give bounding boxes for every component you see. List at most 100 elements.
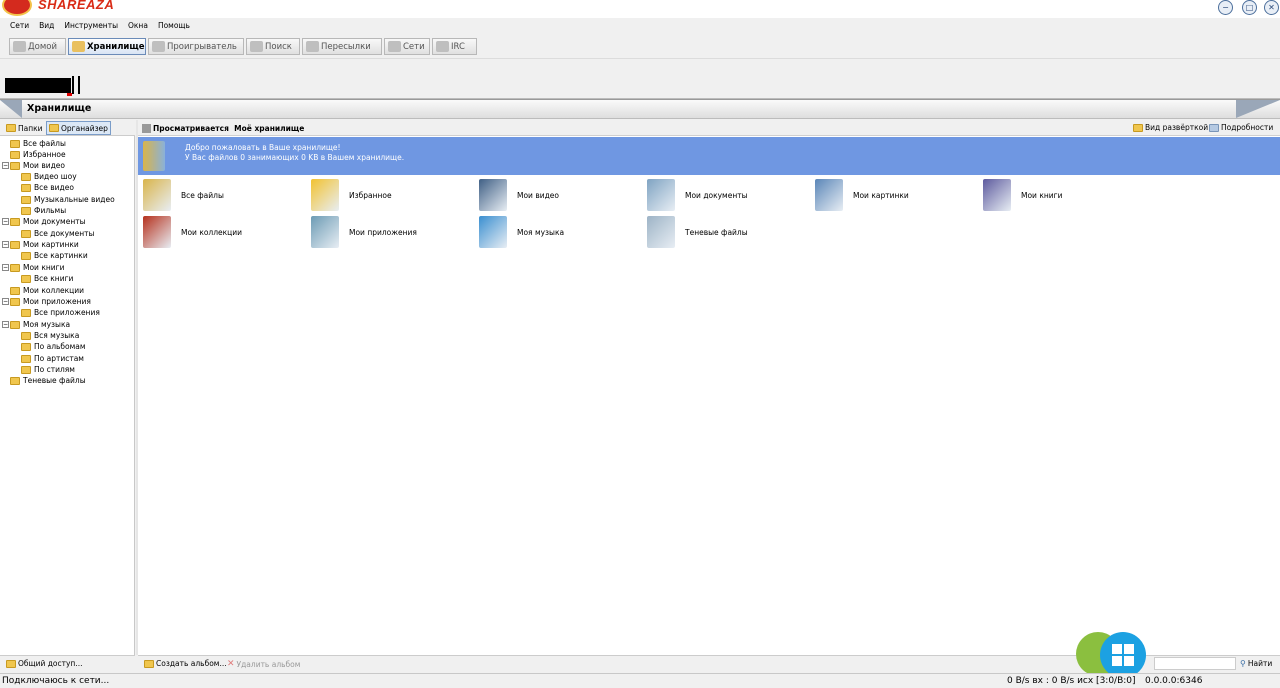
collapse-icon[interactable]: − bbox=[2, 162, 9, 169]
menu-networks[interactable]: Сети bbox=[5, 18, 34, 34]
details-button[interactable]: Подробности bbox=[1209, 123, 1273, 132]
tree-item[interactable]: Фильмы bbox=[21, 205, 66, 216]
tree-item[interactable]: Мои коллекции bbox=[10, 285, 84, 296]
red-marker bbox=[67, 93, 72, 96]
tree-item[interactable]: Все документы bbox=[21, 228, 94, 239]
library-item-my-documents[interactable]: Мои документы bbox=[647, 179, 748, 211]
main-header bbox=[138, 120, 1280, 136]
documents-icon bbox=[647, 179, 675, 211]
library-item-my-music[interactable]: Моя музыка bbox=[479, 216, 564, 248]
tree-item[interactable]: Все картинки bbox=[21, 250, 88, 261]
menu-view[interactable]: Вид bbox=[34, 18, 59, 34]
tree-item[interactable]: Избранное bbox=[10, 149, 66, 160]
tree-item[interactable]: По стилям bbox=[21, 364, 75, 375]
irc-button[interactable]: IRC bbox=[432, 38, 477, 55]
tree-item[interactable]: Все видео bbox=[21, 182, 74, 193]
folder-icon bbox=[21, 331, 31, 340]
library-item-my-books[interactable]: Мои книги bbox=[983, 179, 1062, 211]
menu-tools[interactable]: Инструменты bbox=[59, 18, 123, 34]
folder-icon bbox=[21, 274, 31, 283]
collapse-icon[interactable]: − bbox=[2, 218, 9, 225]
expanded-view-button[interactable]: Вид развёрткой bbox=[1133, 123, 1208, 132]
tree-item[interactable]: Все приложения bbox=[21, 307, 100, 318]
search-button[interactable]: Поиск bbox=[246, 38, 300, 55]
folder-icon bbox=[10, 320, 20, 329]
tree-item[interactable]: − Мои документы bbox=[2, 216, 86, 227]
collapse-icon[interactable]: − bbox=[2, 241, 9, 248]
tree-item[interactable]: − Мои приложения bbox=[2, 296, 91, 307]
welcome-subtitle: У Вас файлов 0 занимающих 0 KB в Вашем х… bbox=[185, 153, 405, 162]
close-button[interactable]: ✕ bbox=[1264, 0, 1279, 15]
folder-icon bbox=[21, 229, 31, 238]
home-icon bbox=[13, 41, 26, 52]
folder-icon bbox=[10, 240, 20, 249]
maximize-button[interactable]: □ bbox=[1242, 0, 1257, 15]
music-icon bbox=[479, 216, 507, 248]
home-button[interactable]: Домой bbox=[9, 38, 66, 55]
folder-icon bbox=[21, 365, 31, 374]
menu-windows[interactable]: Окна bbox=[123, 18, 153, 34]
tree-item[interactable]: Видео шоу bbox=[21, 171, 77, 182]
share-button[interactable]: Общий доступ... bbox=[6, 659, 83, 668]
library-item-favorites[interactable]: Избранное bbox=[311, 179, 392, 211]
tree-item[interactable]: Все книги bbox=[21, 273, 73, 284]
tree-item[interactable]: Вся музыка bbox=[21, 330, 79, 341]
tree-item[interactable]: Теневые файлы bbox=[10, 375, 86, 386]
collapse-icon[interactable]: − bbox=[2, 264, 9, 271]
folder-icon bbox=[10, 376, 20, 385]
quick-search-input[interactable] bbox=[1154, 657, 1236, 670]
library-item-ghost-files[interactable]: Теневые файлы bbox=[647, 216, 748, 248]
folder-icon bbox=[10, 263, 20, 272]
tree-item[interactable]: По альбомам bbox=[21, 341, 86, 352]
networks-button[interactable]: Сети bbox=[384, 38, 430, 55]
tree-item[interactable]: − Мои видео bbox=[2, 160, 65, 171]
create-album-button[interactable]: Создать альбом... bbox=[144, 659, 227, 668]
folder-icon bbox=[10, 297, 20, 306]
library-item-my-collections[interactable]: Мои коллекции bbox=[143, 216, 242, 248]
library-item-my-video[interactable]: Мои видео bbox=[479, 179, 559, 211]
tree-item[interactable]: По артистам bbox=[21, 353, 84, 364]
folder-icon bbox=[21, 354, 31, 363]
delete-icon: ✕ bbox=[227, 659, 235, 669]
transfers-icon bbox=[306, 41, 319, 52]
find-button[interactable]: ⚲ Найти bbox=[1240, 659, 1272, 668]
tree-item[interactable]: Все файлы bbox=[10, 138, 66, 149]
status-address: 0.0.0.0:6346 bbox=[1145, 676, 1203, 686]
star-icon bbox=[311, 179, 339, 211]
player-button[interactable]: Проигрыватель bbox=[148, 38, 244, 55]
library-button[interactable]: Хранилище bbox=[68, 38, 146, 55]
delete-album-button[interactable]: ✕ Удалить альбом bbox=[227, 659, 300, 669]
tree-item[interactable]: − Мои книги bbox=[2, 262, 64, 273]
pictures-icon bbox=[815, 179, 843, 211]
section-corner-right bbox=[1236, 100, 1280, 118]
tab-organizer[interactable]: Органайзер bbox=[46, 121, 111, 135]
collapse-icon[interactable]: − bbox=[2, 321, 9, 328]
section-title: Хранилище bbox=[27, 103, 92, 114]
black-block bbox=[5, 78, 71, 93]
applications-icon bbox=[311, 216, 339, 248]
transfers-button[interactable]: Пересылки bbox=[302, 38, 382, 55]
folder-icon bbox=[21, 195, 31, 204]
library-item-my-applications[interactable]: Мои приложения bbox=[311, 216, 417, 248]
library-item-my-pictures[interactable]: Мои картинки bbox=[815, 179, 909, 211]
viewing-value: Моё хранилище bbox=[234, 124, 305, 133]
tree-item[interactable]: − Мои картинки bbox=[2, 239, 79, 250]
folder-icon bbox=[10, 139, 20, 148]
library-item-all-files[interactable]: Все файлы bbox=[143, 179, 224, 211]
share-folder-icon bbox=[6, 659, 16, 668]
library-folder-icon bbox=[143, 141, 165, 171]
tree-item[interactable]: Музыкальные видео bbox=[21, 194, 115, 205]
collapse-icon[interactable]: − bbox=[2, 298, 9, 305]
player-icon bbox=[152, 41, 165, 52]
menu-help[interactable]: Помощь bbox=[153, 18, 195, 34]
tree-item[interactable]: − Моя музыка bbox=[2, 319, 70, 330]
section-header bbox=[0, 99, 1280, 119]
folder-icon bbox=[6, 124, 16, 132]
search-icon bbox=[250, 41, 263, 52]
organizer-icon bbox=[49, 124, 59, 132]
folder-icon bbox=[10, 217, 20, 226]
media-strip bbox=[0, 59, 1280, 99]
tab-folders[interactable]: Папки bbox=[4, 121, 45, 135]
details-icon bbox=[1209, 123, 1219, 132]
minimize-button[interactable]: − bbox=[1218, 0, 1233, 15]
